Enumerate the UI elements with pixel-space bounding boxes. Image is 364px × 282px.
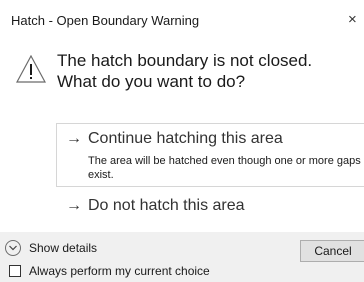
cancel-button[interactable]: Cancel — [300, 240, 364, 262]
show-details-label: Show details — [29, 241, 98, 255]
warning-triangle-icon — [16, 55, 46, 83]
remember-choice-checkbox[interactable] — [9, 265, 21, 277]
do-not-hatch-command[interactable]: → Do not hatch this area — [56, 190, 364, 224]
hatch-warning-dialog: Hatch - Open Boundary Warning × The hatc… — [0, 0, 364, 282]
arrow-right-icon: → — [66, 130, 82, 147]
chevron-down-icon — [5, 240, 21, 256]
close-icon[interactable]: × — [348, 8, 364, 32]
title-bar: Hatch - Open Boundary Warning × — [0, 0, 364, 40]
command-description: The area will be hatched even though one… — [88, 155, 361, 181]
command-title: Continue hatching this area — [88, 130, 283, 147]
arrow-right-icon: → — [66, 197, 82, 214]
dialog-footer: Show details Cancel Always perform my cu… — [0, 232, 364, 282]
continue-hatching-command[interactable]: → Continue hatching this area The area w… — [56, 123, 364, 187]
window-title: Hatch - Open Boundary Warning — [11, 13, 200, 28]
main-instruction: The hatch boundary is not closed. What d… — [57, 51, 313, 91]
command-title: Do not hatch this area — [88, 197, 245, 214]
remember-choice-label: Always perform my current choice — [29, 264, 210, 278]
